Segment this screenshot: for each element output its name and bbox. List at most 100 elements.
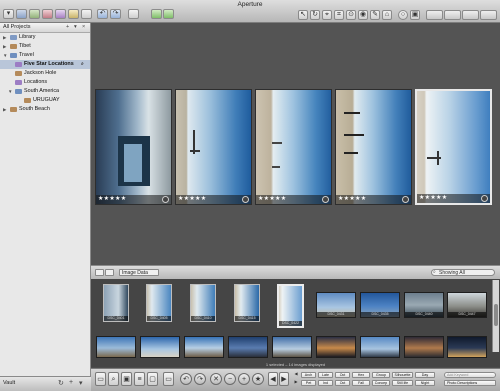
hud-button[interactable]: ⌕ — [108, 372, 119, 386]
sidebar-item-south-america[interactable]: ▼ South America — [0, 87, 90, 96]
browser-thumbnail-selected[interactable]: DSC_0422 — [277, 284, 304, 328]
viewer-image[interactable]: ★★★★★ — [255, 89, 332, 205]
new-web-gallery-button[interactable] — [68, 9, 79, 19]
metadata-icon[interactable] — [402, 196, 409, 203]
viewer-image[interactable]: ★★★★★ — [95, 89, 172, 205]
sidebar-item-locations[interactable]: Locations — [0, 78, 90, 87]
new-smart-album-button[interactable] — [29, 9, 40, 19]
rotate-left-button[interactable]: ↶ — [97, 9, 108, 19]
keyword-button[interactable]: Group — [372, 372, 390, 378]
keyword-button[interactable]: Ind — [318, 380, 333, 386]
close-icon[interactable]: × — [82, 24, 85, 30]
keyword-button[interactable]: Still life — [392, 380, 413, 386]
metadata-icon[interactable] — [481, 195, 488, 202]
split-button[interactable] — [163, 9, 174, 19]
browser-thumbnail[interactable] — [272, 336, 312, 358]
browser-thumbnail[interactable] — [228, 336, 268, 358]
add-icon[interactable]: + — [66, 24, 69, 30]
rotate-right-icon[interactable]: ↷ — [194, 373, 206, 385]
browser-thumbnail[interactable]: DSC_0440 — [404, 292, 444, 318]
keyword-button[interactable]: Day — [415, 372, 435, 378]
rotate-tool-icon[interactable]: ↻ — [310, 10, 320, 20]
scrollbar-knob[interactable] — [494, 304, 498, 326]
browser-thumbnail[interactable]: DSC_0410 — [190, 284, 216, 322]
show-keyword-controls-button[interactable]: ▭ — [95, 372, 106, 386]
stack-button[interactable] — [128, 9, 139, 19]
pick-button[interactable] — [151, 9, 162, 19]
metadata-icon[interactable] — [242, 196, 249, 203]
keyword-button[interactable]: Silhouette — [392, 372, 413, 378]
browser-thumbnail[interactable] — [140, 336, 180, 358]
viewer-image[interactable]: ★★★★★ — [175, 89, 252, 205]
project-button[interactable]: ▾ — [3, 9, 14, 19]
sidebar-item-south-beach[interactable]: ▶ South Beach — [0, 105, 90, 114]
next-image-button[interactable]: ▶ — [279, 372, 289, 386]
add-keyword-field[interactable]: Add Keyword — [444, 372, 496, 378]
multi-view-button[interactable]: ≡ — [134, 372, 145, 386]
lift-tool-icon[interactable]: ✎ — [370, 10, 380, 20]
keyword-button[interactable]: Oct — [335, 372, 350, 378]
layout-basic-button[interactable] — [426, 10, 443, 20]
disclosure-icon[interactable]: ▶ — [3, 33, 6, 42]
new-album-button[interactable] — [16, 9, 27, 19]
browser-thumbnail[interactable] — [96, 336, 136, 358]
grid-view-button[interactable] — [95, 269, 104, 276]
select-rating-icon[interactable]: ★ — [252, 373, 264, 385]
metadata-icon[interactable] — [162, 196, 169, 203]
browser-scrollbar[interactable] — [492, 280, 499, 352]
keyword-previous-icon[interactable]: ◀ — [293, 371, 299, 377]
new-folder-button[interactable] — [81, 9, 92, 19]
keyword-button[interactable]: Concep — [372, 380, 390, 386]
viewer-image[interactable]: ★★★★★ — [335, 89, 412, 205]
raise-rating-icon[interactable]: + — [238, 373, 250, 385]
stamp-tool-icon[interactable]: ⌂ — [382, 10, 392, 20]
browser-thumbnail[interactable] — [360, 336, 400, 358]
primary-only-button[interactable]: ▭ — [163, 372, 174, 386]
straighten-tool-icon[interactable]: ⌖ — [322, 10, 332, 20]
sidebar-item-five-star-locations[interactable]: Five Star Locations ⌕ — [0, 60, 90, 69]
sidebar-item-travel[interactable]: ▼ Travel — [0, 51, 90, 60]
vault-update-icon[interactable]: ↻ — [58, 379, 64, 387]
browser-thumbnail[interactable] — [316, 336, 356, 358]
disclosure-icon[interactable]: ▶ — [3, 105, 6, 114]
layout-viewer-button[interactable] — [462, 10, 479, 20]
keyword-button[interactable]: Late — [318, 372, 333, 378]
projects-panel-header[interactable]: All Projects + ▾ × — [0, 23, 90, 33]
layout-split-button[interactable] — [444, 10, 461, 20]
list-view-button[interactable] — [105, 269, 114, 276]
browser-thumbnail[interactable] — [184, 336, 224, 358]
sidebar-item-uruguay[interactable]: URUGUAY — [0, 96, 90, 105]
keyword-button[interactable]: Arch — [301, 372, 316, 378]
action-menu-icon[interactable]: ▾ — [74, 24, 77, 30]
browser-thumbnail[interactable]: DSC_0431 — [316, 292, 356, 318]
new-book-button[interactable] — [42, 9, 53, 19]
layout-browser-button[interactable] — [480, 10, 497, 20]
add-vault-icon[interactable]: + — [69, 379, 73, 386]
sidebar-item-library[interactable]: ▶ Library — [0, 33, 90, 42]
full-screen-button[interactable]: ▣ — [410, 10, 420, 20]
keyword-button[interactable]: Hex — [352, 372, 370, 378]
rotate-right-button[interactable]: ↷ — [110, 9, 121, 19]
browser-thumbnail[interactable]: DSC_0405 — [146, 284, 172, 322]
loupe-button[interactable]: ○ — [398, 10, 408, 20]
vault-action-icon[interactable]: ▾ — [79, 379, 83, 387]
browser-thumbnail[interactable]: DSC_0447 — [447, 292, 487, 318]
spot-patch-tool-icon[interactable]: ◉ — [358, 10, 368, 20]
red-eye-tool-icon[interactable]: ⊙ — [346, 10, 356, 20]
keyword-preset-popup[interactable]: Photo Descriptions — [444, 380, 496, 386]
search-icon[interactable]: ⌕ — [81, 60, 84, 69]
browser-thumbnail[interactable] — [404, 336, 444, 358]
view-mode-popup[interactable]: Image Data — [119, 269, 159, 276]
metadata-icon[interactable] — [322, 196, 329, 203]
rotate-left-icon[interactable]: ↶ — [180, 373, 192, 385]
disclosure-open-icon[interactable]: ▼ — [3, 51, 7, 60]
disclosure-open-icon[interactable]: ▼ — [8, 87, 12, 96]
lower-rating-icon[interactable]: − — [224, 373, 236, 385]
sidebar-item-tibet[interactable]: ▶ Tibet — [0, 42, 90, 51]
search-field[interactable]: Showing All — [431, 269, 495, 276]
keyword-next-icon[interactable]: ▶ — [293, 379, 299, 385]
new-light-table-button[interactable] — [55, 9, 66, 19]
viewer-image-selected[interactable]: ★★★★★ — [415, 89, 492, 205]
reject-icon[interactable]: ✕ — [210, 373, 222, 385]
browser-thumbnail[interactable]: DSC_0415 — [234, 284, 260, 322]
